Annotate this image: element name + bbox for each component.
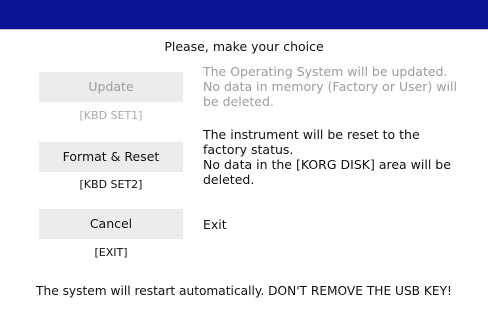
update-description: The Operating System will be updated. No…	[203, 64, 457, 109]
format-reset-shortcut-label: [KBD SET2]	[79, 178, 143, 191]
divider	[0, 29, 488, 30]
cancel-description: Exit	[203, 217, 227, 232]
format-reset-button[interactable]: Format & Reset	[39, 142, 183, 172]
dialog-heading: Please, make your choice	[164, 39, 324, 54]
update-button[interactable]: Update	[39, 72, 183, 102]
cancel-shortcut-label: [EXIT]	[94, 246, 128, 259]
cancel-button[interactable]: Cancel	[39, 209, 183, 239]
update-shortcut-label: [KBD SET1]	[79, 109, 143, 122]
format-reset-description: The instrument will be reset to the fact…	[203, 127, 451, 187]
restart-warning: The system will restart automatically. D…	[36, 284, 452, 298]
title-bar	[0, 0, 488, 29]
